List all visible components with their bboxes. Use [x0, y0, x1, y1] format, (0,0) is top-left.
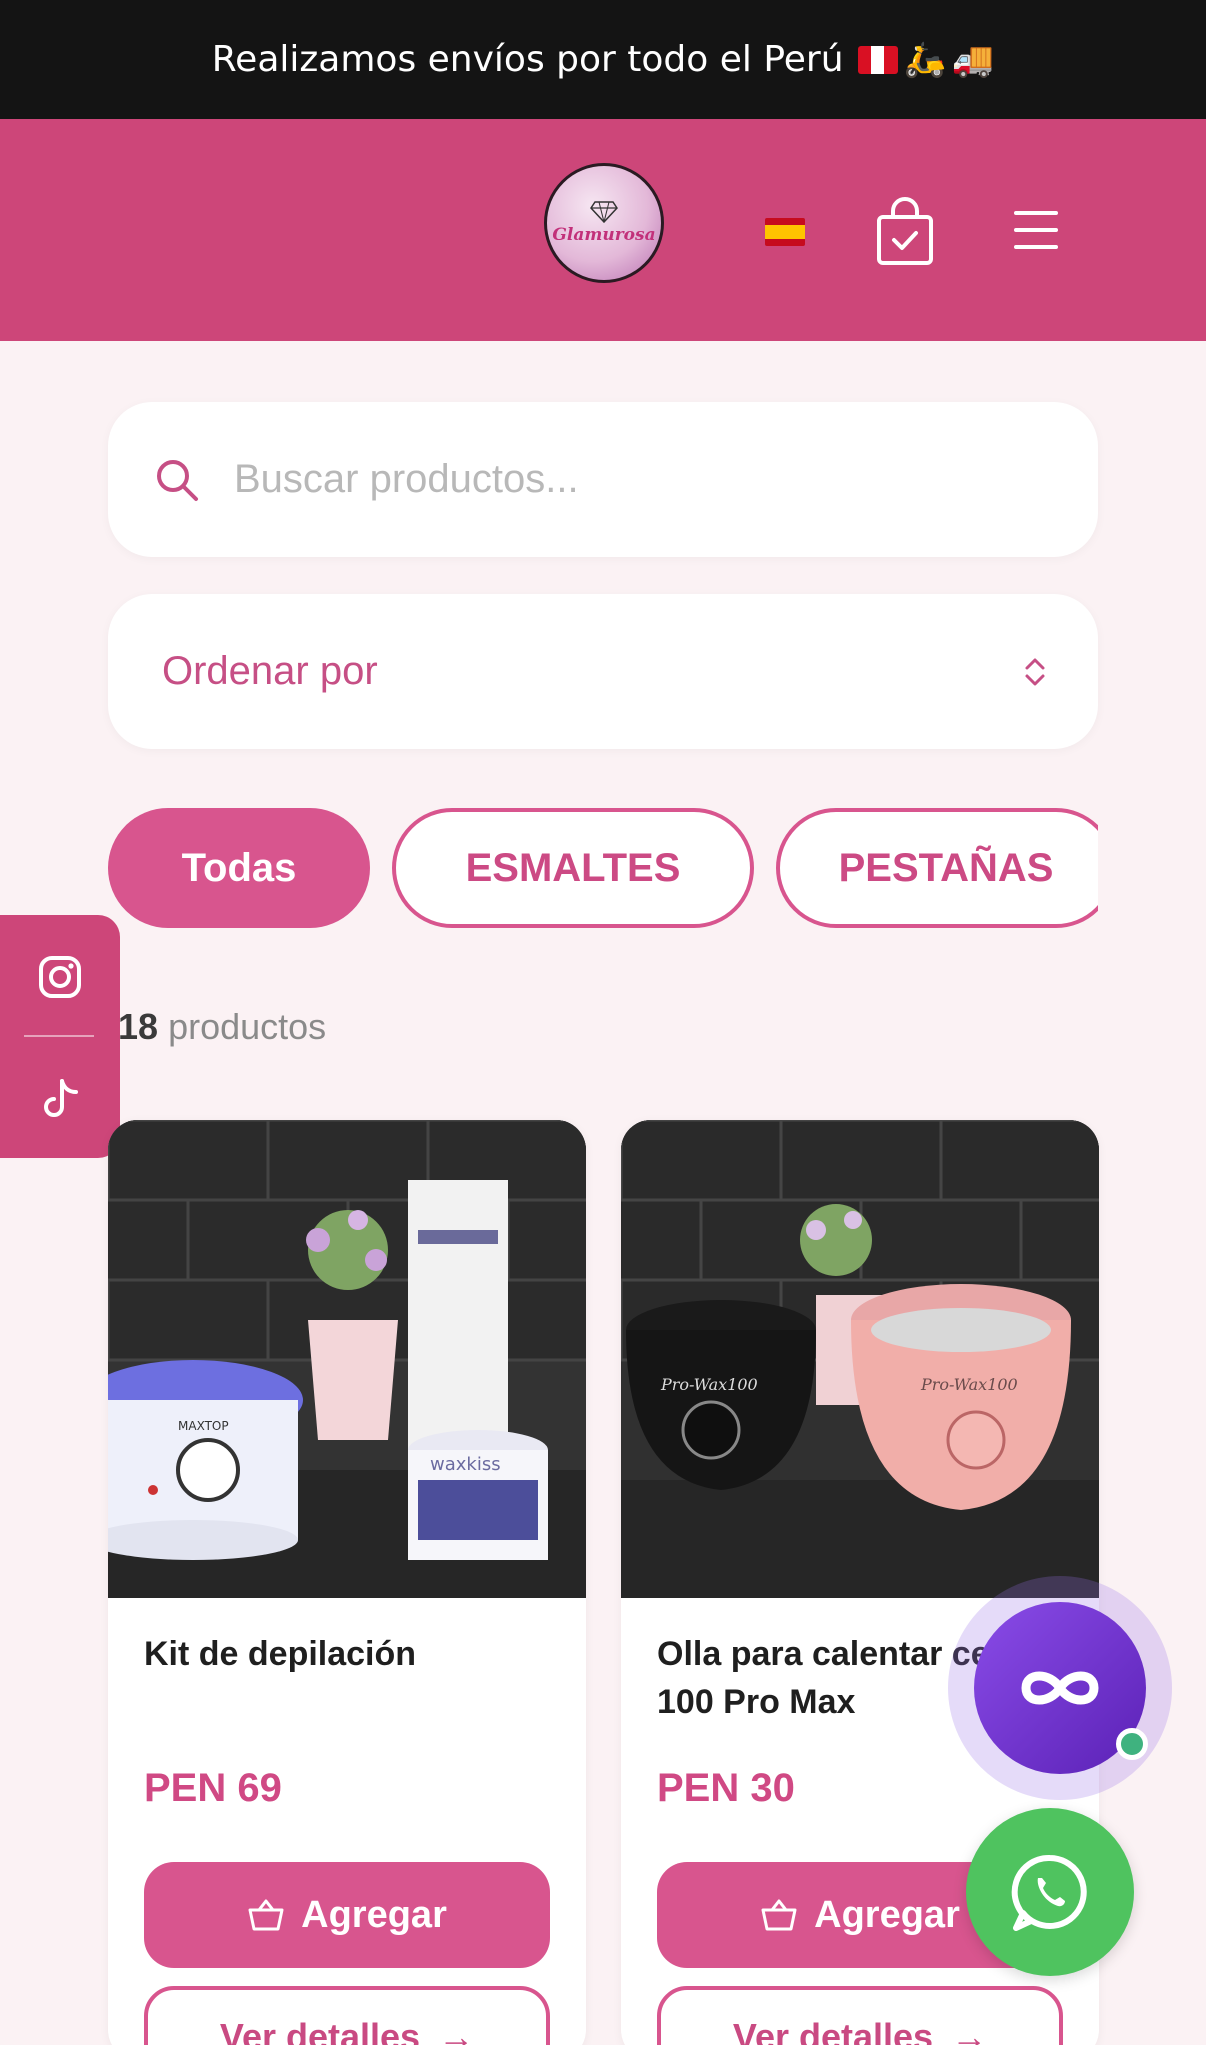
brand-logo[interactable]: Glamurosa — [544, 163, 664, 283]
search-box[interactable] — [108, 402, 1098, 557]
view-details-button[interactable]: Ver detalles → — [657, 1986, 1063, 2045]
arrow-right-icon: → — [438, 2016, 475, 2045]
peru-flag-icon — [857, 45, 898, 74]
category-chip-esmaltes[interactable]: ESMALTES — [392, 808, 754, 928]
category-chip-pestanas[interactable]: PESTAÑAS — [776, 808, 1098, 928]
image-text-prowax-pink: Pro-Wax100 — [920, 1375, 1018, 1394]
image-text-prowax-black: Pro-Wax100 — [660, 1375, 758, 1394]
social-sidebar — [0, 915, 120, 1158]
sort-select[interactable]: Ordenar por — [108, 594, 1098, 749]
arrow-right-icon: → — [951, 2016, 988, 2045]
diamond-icon — [590, 201, 618, 223]
sort-label: Ordenar por — [162, 649, 378, 693]
language-flag-spain-icon[interactable] — [765, 218, 805, 246]
whatsapp-icon — [1011, 1854, 1087, 1931]
category-chip-todas[interactable]: Todas — [108, 808, 370, 928]
hamburger-menu-icon[interactable] — [1014, 211, 1058, 249]
online-status-dot — [1116, 1728, 1148, 1760]
search-input[interactable] — [234, 457, 994, 502]
instagram-icon[interactable] — [38, 955, 82, 999]
view-details-button[interactable]: Ver detalles → — [144, 1986, 550, 2045]
announcement-text: Realizamos envíos por todo el Perú — [211, 39, 844, 80]
infinity-icon — [1021, 1671, 1099, 1705]
image-text-waxkiss: waxkiss — [430, 1454, 501, 1475]
product-price: PEN 69 — [144, 1766, 282, 1810]
results-count: 18 productos — [118, 1006, 326, 1048]
product-title[interactable]: Kit de depilación — [144, 1630, 564, 1678]
product-image[interactable]: MAXTOP waxkiss — [108, 1120, 586, 1598]
whatsapp-button[interactable] — [966, 1808, 1134, 1976]
site-header: Glamurosa — [0, 119, 1206, 341]
announcement-emojis: 🛵 🚚 — [857, 39, 995, 80]
add-to-cart-button[interactable]: Agregar — [144, 1862, 550, 1968]
add-to-cart-label: Agregar — [814, 1893, 960, 1936]
product-image-waxpots: Pro-Wax100 Pro-Wax100 — [621, 1120, 1099, 1598]
product-price: PEN 30 — [657, 1766, 795, 1810]
announcement-bar: Realizamos envíos por todo el Perú 🛵 🚚 — [0, 0, 1206, 119]
logo-text: Glamurosa — [552, 225, 656, 245]
shopping-bag-icon[interactable] — [874, 197, 936, 267]
tiktok-icon[interactable] — [40, 1077, 82, 1123]
truck-icon: 🚚 — [951, 39, 995, 80]
image-text-maxtop: MAXTOP — [178, 1419, 229, 1433]
chat-bot-button[interactable] — [948, 1576, 1172, 1800]
product-image[interactable]: Pro-Wax100 Pro-Wax100 — [621, 1120, 1099, 1598]
view-details-label: Ver detalles — [219, 2016, 421, 2045]
view-details-label: Ver detalles — [732, 2016, 934, 2045]
chevron-up-down-icon — [1025, 658, 1045, 685]
basket-icon — [761, 1899, 797, 1931]
social-divider — [24, 1035, 94, 1037]
product-image-waxkit: MAXTOP waxkiss — [108, 1120, 586, 1598]
results-label: productos — [168, 1006, 327, 1047]
scooter-icon: 🛵 — [903, 39, 946, 80]
search-icon — [157, 459, 198, 501]
add-to-cart-label: Agregar — [301, 1893, 447, 1936]
results-number: 18 — [118, 1006, 159, 1047]
category-filters: Todas ESMALTES PESTAÑAS — [108, 808, 1098, 930]
product-card[interactable]: MAXTOP waxkiss Kit de depilación PEN 69 … — [108, 1120, 586, 2045]
basket-icon — [248, 1899, 284, 1931]
